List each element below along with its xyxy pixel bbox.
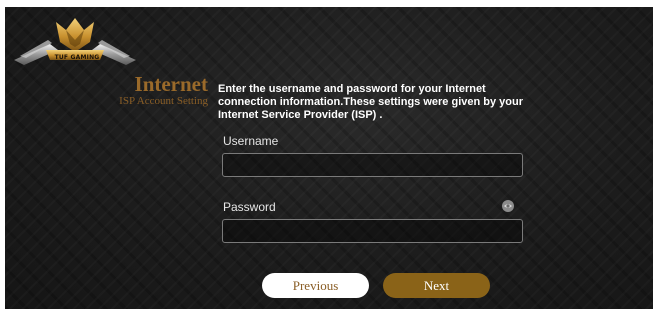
- previous-button[interactable]: Previous: [262, 273, 369, 298]
- next-button[interactable]: Next: [383, 273, 490, 298]
- username-label: Username: [223, 134, 279, 148]
- password-input[interactable]: [222, 219, 523, 243]
- section-subtitle: ISP Account Setting: [119, 95, 208, 107]
- username-input[interactable]: [222, 153, 523, 177]
- setup-wizard-panel: TUF GAMING Internet ISP Account Setting …: [5, 7, 653, 309]
- instructions-text: Enter the username and password for your…: [218, 83, 523, 121]
- password-label: Password: [223, 200, 276, 214]
- section-title: Internet: [134, 72, 208, 96]
- eye-icon[interactable]: [502, 200, 514, 212]
- logo-text: TUF GAMING: [54, 54, 100, 61]
- tuf-gaming-logo: TUF GAMING: [10, 10, 140, 70]
